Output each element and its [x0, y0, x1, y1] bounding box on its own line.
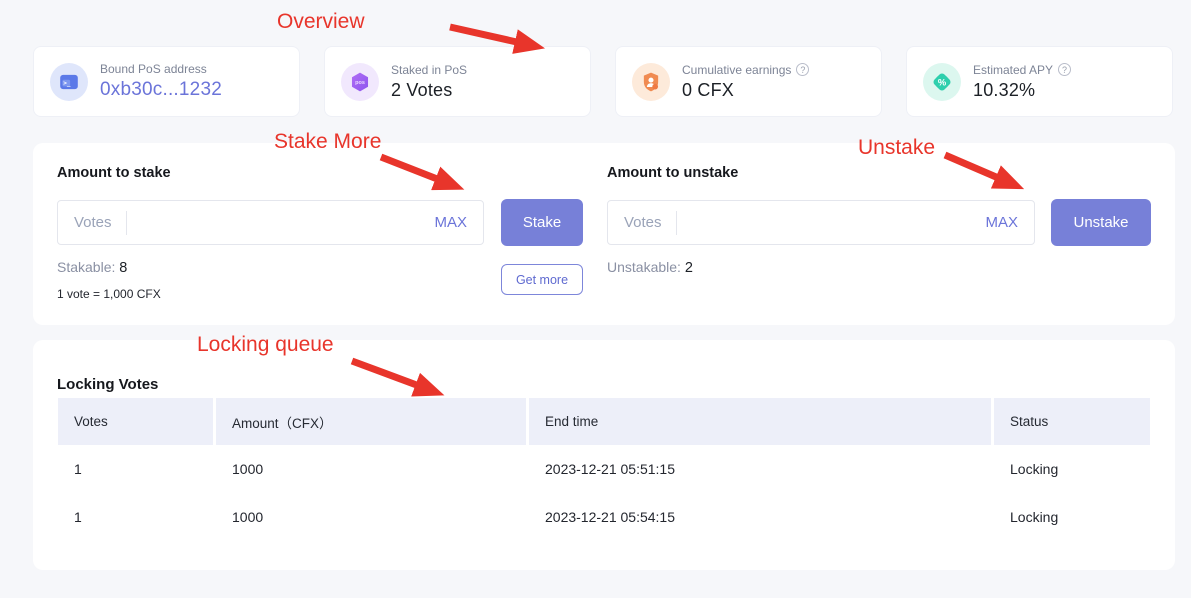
- apy-info-icon[interactable]: ?: [1058, 63, 1071, 76]
- unstake-amount-input[interactable]: [677, 214, 986, 231]
- percent-badge-icon: %: [923, 63, 961, 101]
- stake-unstake-panel: Amount to stake Votes MAX Stake Get more…: [33, 143, 1175, 325]
- column-header-endtime: End time: [529, 398, 991, 445]
- card-label: Estimated APY: [973, 63, 1053, 77]
- amount-to-unstake-label: Amount to unstake: [607, 165, 738, 181]
- table-row: 1 1000 2023-12-21 05:51:15 Locking: [58, 445, 1150, 493]
- unstakable-label: Unstakable:: [607, 259, 681, 275]
- stake-amount-input[interactable]: [127, 214, 435, 231]
- svg-text:>_: >_: [63, 80, 71, 87]
- unstake-button[interactable]: Unstake: [1051, 199, 1151, 246]
- staked-votes-value: 2 Votes: [391, 80, 467, 101]
- unstake-max-button[interactable]: MAX: [985, 214, 1018, 231]
- card-label: Cumulative earnings: [682, 63, 791, 77]
- terminal-icon: >_: [50, 63, 88, 101]
- table-row: 1 1000 2023-12-21 05:54:15 Locking: [58, 493, 1150, 541]
- earnings-value: 0 CFX: [682, 80, 809, 101]
- stake-unit-label: Votes: [74, 214, 126, 231]
- stake-max-button[interactable]: MAX: [434, 214, 467, 231]
- annotation-stake-more: Stake More: [274, 130, 381, 154]
- amount-to-stake-label: Amount to stake: [57, 165, 171, 181]
- card-bound-pos-address: >_ Bound PoS address 0xb30c...1232: [33, 46, 300, 117]
- column-header-votes: Votes: [58, 398, 213, 445]
- unstake-amount-field: Votes MAX: [607, 200, 1035, 245]
- unstakable-value: 2: [685, 260, 693, 276]
- annotation-unstake: Unstake: [858, 136, 935, 160]
- locking-votes-title: Locking Votes: [57, 376, 158, 393]
- card-estimated-apy: % Estimated APY ? 10.32%: [906, 46, 1173, 117]
- cell-amount: 1000: [216, 445, 526, 493]
- table-header-row: Votes Amount（CFX） End time Status: [58, 398, 1150, 445]
- unstake-unit-label: Votes: [624, 214, 676, 231]
- pos-staking-page: >_ Bound PoS address 0xb30c...1232 pos S…: [0, 0, 1191, 598]
- annotation-locking-queue: Locking queue: [197, 333, 334, 357]
- cell-amount: 1000: [216, 493, 526, 541]
- cell-end-time: 2023-12-21 05:51:15: [529, 445, 991, 493]
- card-label: Staked in PoS: [391, 63, 467, 77]
- cell-votes: 1: [58, 493, 213, 541]
- locking-votes-panel: Locking Votes Votes Amount（CFX） End time…: [33, 340, 1175, 570]
- column-header-status: Status: [994, 398, 1150, 445]
- svg-text:pos: pos: [355, 80, 365, 86]
- pos-hexagon-icon: pos: [341, 63, 379, 101]
- earnings-shield-icon: [632, 63, 670, 101]
- cell-end-time: 2023-12-21 05:54:15: [529, 493, 991, 541]
- stake-amount-field: Votes MAX: [57, 200, 484, 245]
- pos-address-value[interactable]: 0xb30c...1232: [100, 79, 222, 101]
- svg-text:%: %: [938, 77, 947, 87]
- annotation-overview: Overview: [277, 10, 365, 34]
- vote-rate-note: 1 vote = 1,000 CFX: [57, 287, 161, 301]
- locking-votes-table: Votes Amount（CFX） End time Status 1 1000…: [58, 398, 1150, 541]
- stakable-label: Stakable:: [57, 259, 115, 275]
- cell-votes: 1: [58, 445, 213, 493]
- stake-button[interactable]: Stake: [501, 199, 583, 246]
- earnings-info-icon[interactable]: ?: [796, 63, 809, 76]
- get-more-button[interactable]: Get more: [501, 264, 583, 295]
- apy-value: 10.32%: [973, 80, 1071, 101]
- card-cumulative-earnings: Cumulative earnings ? 0 CFX: [615, 46, 882, 117]
- card-label: Bound PoS address: [100, 62, 222, 76]
- card-staked-in-pos: pos Staked in PoS 2 Votes: [324, 46, 591, 117]
- column-header-amount: Amount（CFX）: [216, 398, 526, 445]
- cell-status: Locking: [994, 445, 1150, 493]
- arrow-overview: [450, 27, 530, 45]
- stakable-value: 8: [119, 260, 127, 276]
- cell-status: Locking: [994, 493, 1150, 541]
